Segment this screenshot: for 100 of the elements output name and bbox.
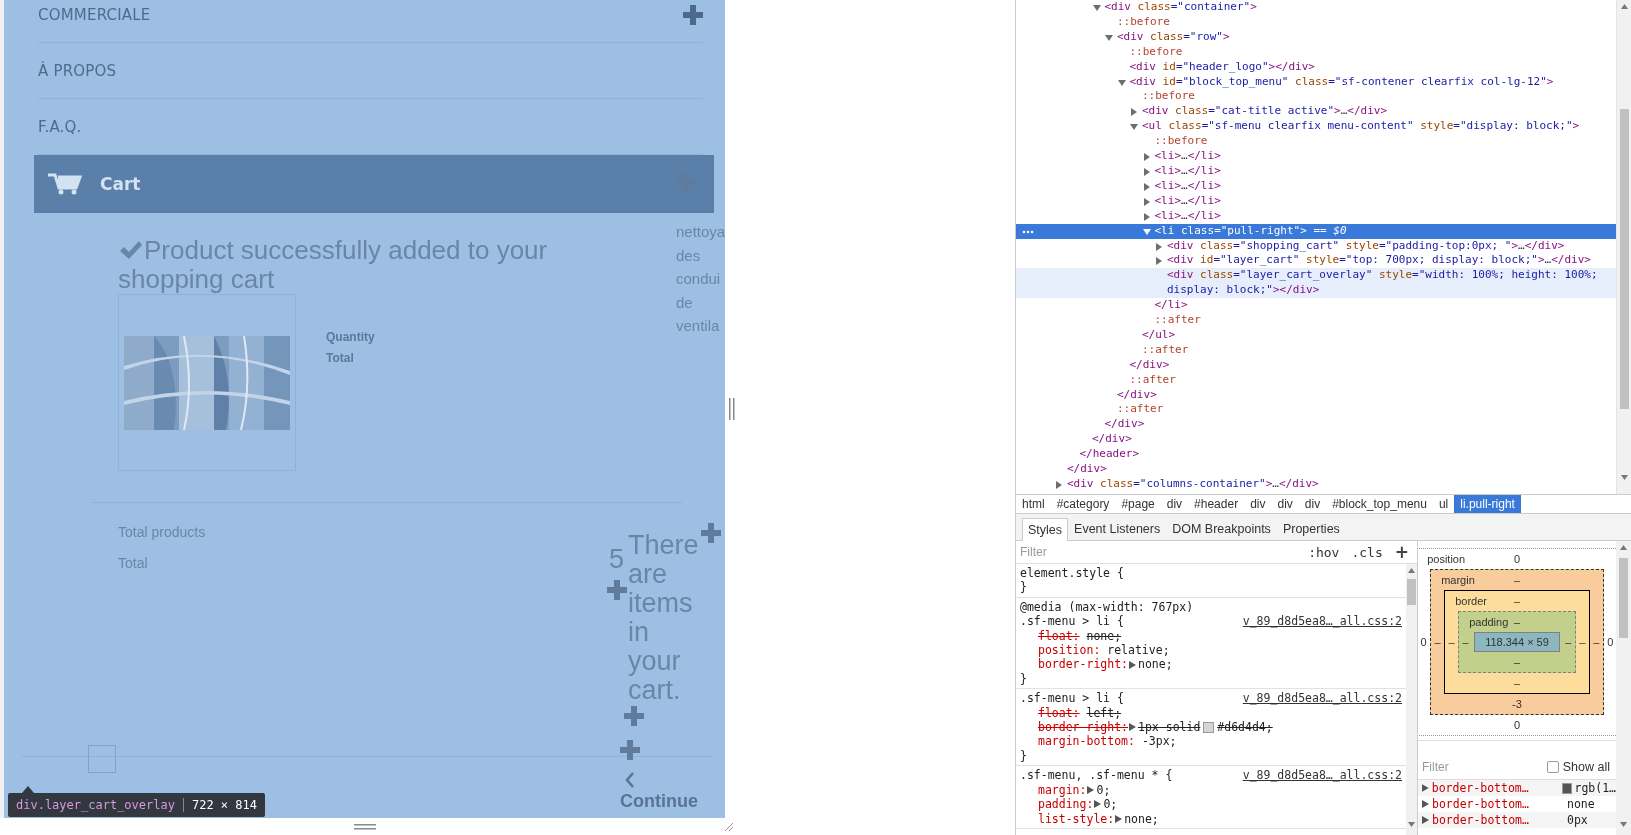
css-property-name: margin-bottom: <box>1038 734 1135 749</box>
computed-property-name: border-bottom… <box>1431 781 1530 795</box>
filter-field[interactable]: Filter <box>1020 545 1297 559</box>
dom-node[interactable]: <div class="shopping_cart" style="padding-top:0px; ">…</div> <box>1167 238 1567 254</box>
css-property-value: none; <box>1124 811 1159 826</box>
css-property-value: left; <box>1086 705 1122 721</box>
box-value: – <box>1513 676 1521 689</box>
box-value: 0 <box>1420 635 1427 648</box>
pseudo-element: ::after <box>1117 402 1165 418</box>
computed-property-value: rgb(1… <box>1574 781 1616 795</box>
panel-tab[interactable]: Event Listeners <box>1068 517 1167 540</box>
box-value: – <box>1513 615 1521 628</box>
toggle-button[interactable]: .cls <box>1351 544 1383 560</box>
box-label: padding <box>1468 615 1510 628</box>
breadcrumb-item[interactable]: #category <box>1050 495 1116 513</box>
description-text: des <box>676 245 702 266</box>
dom-node[interactable]: <li>…</li> <box>1154 193 1223 209</box>
box-value: – <box>1448 635 1455 648</box>
pseudo-element: ::before <box>1117 14 1171 30</box>
dom-node[interactable]: <div class="row"> <box>1117 29 1232 45</box>
toggle-button[interactable]: :hov <box>1308 544 1340 560</box>
dom-node[interactable]: <li>…</li> <box>1154 163 1223 179</box>
computed-property-value: none <box>1567 797 1595 811</box>
cart-count-message: There are items in your cart. <box>628 531 698 705</box>
source-link[interactable]: v_89_d8d5ea8…_all.css:2 <box>1242 614 1402 629</box>
breadcrumb-item[interactable]: div <box>1160 495 1189 513</box>
dom-node[interactable]: <ul class="sf-menu clearfix menu-content" style="display: block;"> <box>1142 119 1582 135</box>
closing-tag: </li> <box>1154 298 1190 314</box>
filter-field[interactable]: Filter <box>1422 760 1547 774</box>
dom-node[interactable]: <div id="header_logo"></div> <box>1129 59 1317 75</box>
box-value: 0 <box>1513 552 1521 565</box>
dom-node[interactable]: <div id="block_top_menu" class="sf-contener clearfix col-lg-12"> <box>1129 74 1556 90</box>
css-property-value: none; <box>1086 628 1122 644</box>
breadcrumb-item[interactable]: div <box>1271 495 1299 513</box>
box-value: – <box>1513 655 1521 668</box>
closing-brace: } <box>1020 580 1028 595</box>
panel-tab[interactable]: Properties <box>1276 517 1346 540</box>
closing-tag: </div> <box>1067 462 1109 477</box>
computed-property-value: 0px <box>1567 813 1588 827</box>
box-value: – <box>1565 635 1572 648</box>
box-value: 0 <box>1513 718 1521 731</box>
css-property-value: 0; <box>1103 797 1118 812</box>
css-selector: .sf-menu > li { <box>1020 691 1124 706</box>
closing-tag: </div> <box>1129 357 1172 373</box>
breadcrumb-item[interactable]: div <box>1298 495 1327 513</box>
pseudo-element: ::after <box>1142 342 1190 358</box>
box-label: position <box>1426 552 1467 565</box>
css-property-name: border-right: <box>1038 657 1128 672</box>
css-property-name: float: <box>1038 628 1080 644</box>
pseudo-element: ::before <box>1154 134 1209 150</box>
dom-node[interactable]: <li>…</li> <box>1154 178 1223 194</box>
css-selector: .sf-menu > li { <box>1020 614 1124 629</box>
closing-tag: </header> <box>1079 447 1142 463</box>
field-label: Total <box>326 351 355 365</box>
dom-node[interactable]: <div class="container"> <box>1104 0 1259 15</box>
dom-node[interactable]: <div id="layer_cart" style="top: 700px; display: block;">…</div> <box>1167 253 1593 269</box>
breadcrumb-item[interactable]: div <box>1244 495 1272 513</box>
css-property-value: #d6d4d4; <box>1217 720 1273 735</box>
breadcrumb-item[interactable]: html <box>1016 495 1051 513</box>
content-size: 118.344 × 59 <box>1474 631 1560 652</box>
breadcrumb-item[interactable]: li.pull-right <box>1454 495 1521 513</box>
css-property-name: list-style: <box>1038 811 1115 826</box>
panel-tab[interactable]: DOM Breakpoints <box>1166 517 1277 540</box>
css-property-name: margin: <box>1038 782 1087 798</box>
element-selector: div.layer_cart_overlay <box>16 798 184 812</box>
pseudo-element: ::before <box>1142 89 1196 105</box>
pseudo-element: ::after <box>1154 313 1202 328</box>
closing-tag: </div> <box>1117 387 1159 403</box>
total-label: Total <box>118 555 149 571</box>
breadcrumb-item[interactable]: #page <box>1115 495 1161 513</box>
breadcrumb-item[interactable]: #block_top_menu <box>1326 495 1433 513</box>
closing-brace: } <box>1020 748 1028 764</box>
breadcrumb-item[interactable]: #header <box>1188 495 1245 513</box>
dom-node[interactable]: <li>…</li> <box>1154 149 1223 164</box>
css-selector: .sf-menu, .sf-menu * { <box>1020 768 1173 783</box>
source-link[interactable]: v_89_d8d5ea8…_all.css:2 <box>1242 691 1402 706</box>
css-property-value: none; <box>1138 657 1173 672</box>
css-property-value: 1px solid <box>1138 720 1201 735</box>
css-property-value: relative; <box>1107 643 1170 658</box>
panel-tab[interactable]: Styles <box>1022 518 1069 541</box>
closing-tag: </div> <box>1092 432 1134 448</box>
description-text: condui <box>676 269 722 289</box>
description-text: ventila <box>676 316 721 336</box>
box-value: – <box>1593 635 1600 648</box>
dom-node[interactable]: <div class="columns-container">…</div> <box>1067 477 1321 492</box>
closing-tag: </div> <box>1104 417 1147 433</box>
box-value: – <box>1579 635 1586 648</box>
css-property-name: position: <box>1038 643 1101 658</box>
css-property-value: -3px; <box>1141 734 1177 749</box>
box-value: – <box>1434 635 1441 648</box>
computed-property-name: border-bottom… <box>1432 797 1530 811</box>
dom-node[interactable]: <li>…</li> <box>1154 208 1223 224</box>
source-link[interactable]: v_89_d8d5ea8…_all.css:2 <box>1242 768 1402 783</box>
breadcrumb-item[interactable]: ul <box>1432 495 1455 513</box>
css-property-name: border-right: <box>1038 720 1128 735</box>
description-text: nettoya <box>676 222 725 242</box>
box-label: margin <box>1440 573 1476 586</box>
add-rule-button[interactable]: + <box>1394 542 1413 562</box>
show-all-checkbox[interactable]: Show all <box>1546 760 1610 774</box>
dom-node[interactable]: <div class="cat-title active">…</div> <box>1142 104 1390 120</box>
